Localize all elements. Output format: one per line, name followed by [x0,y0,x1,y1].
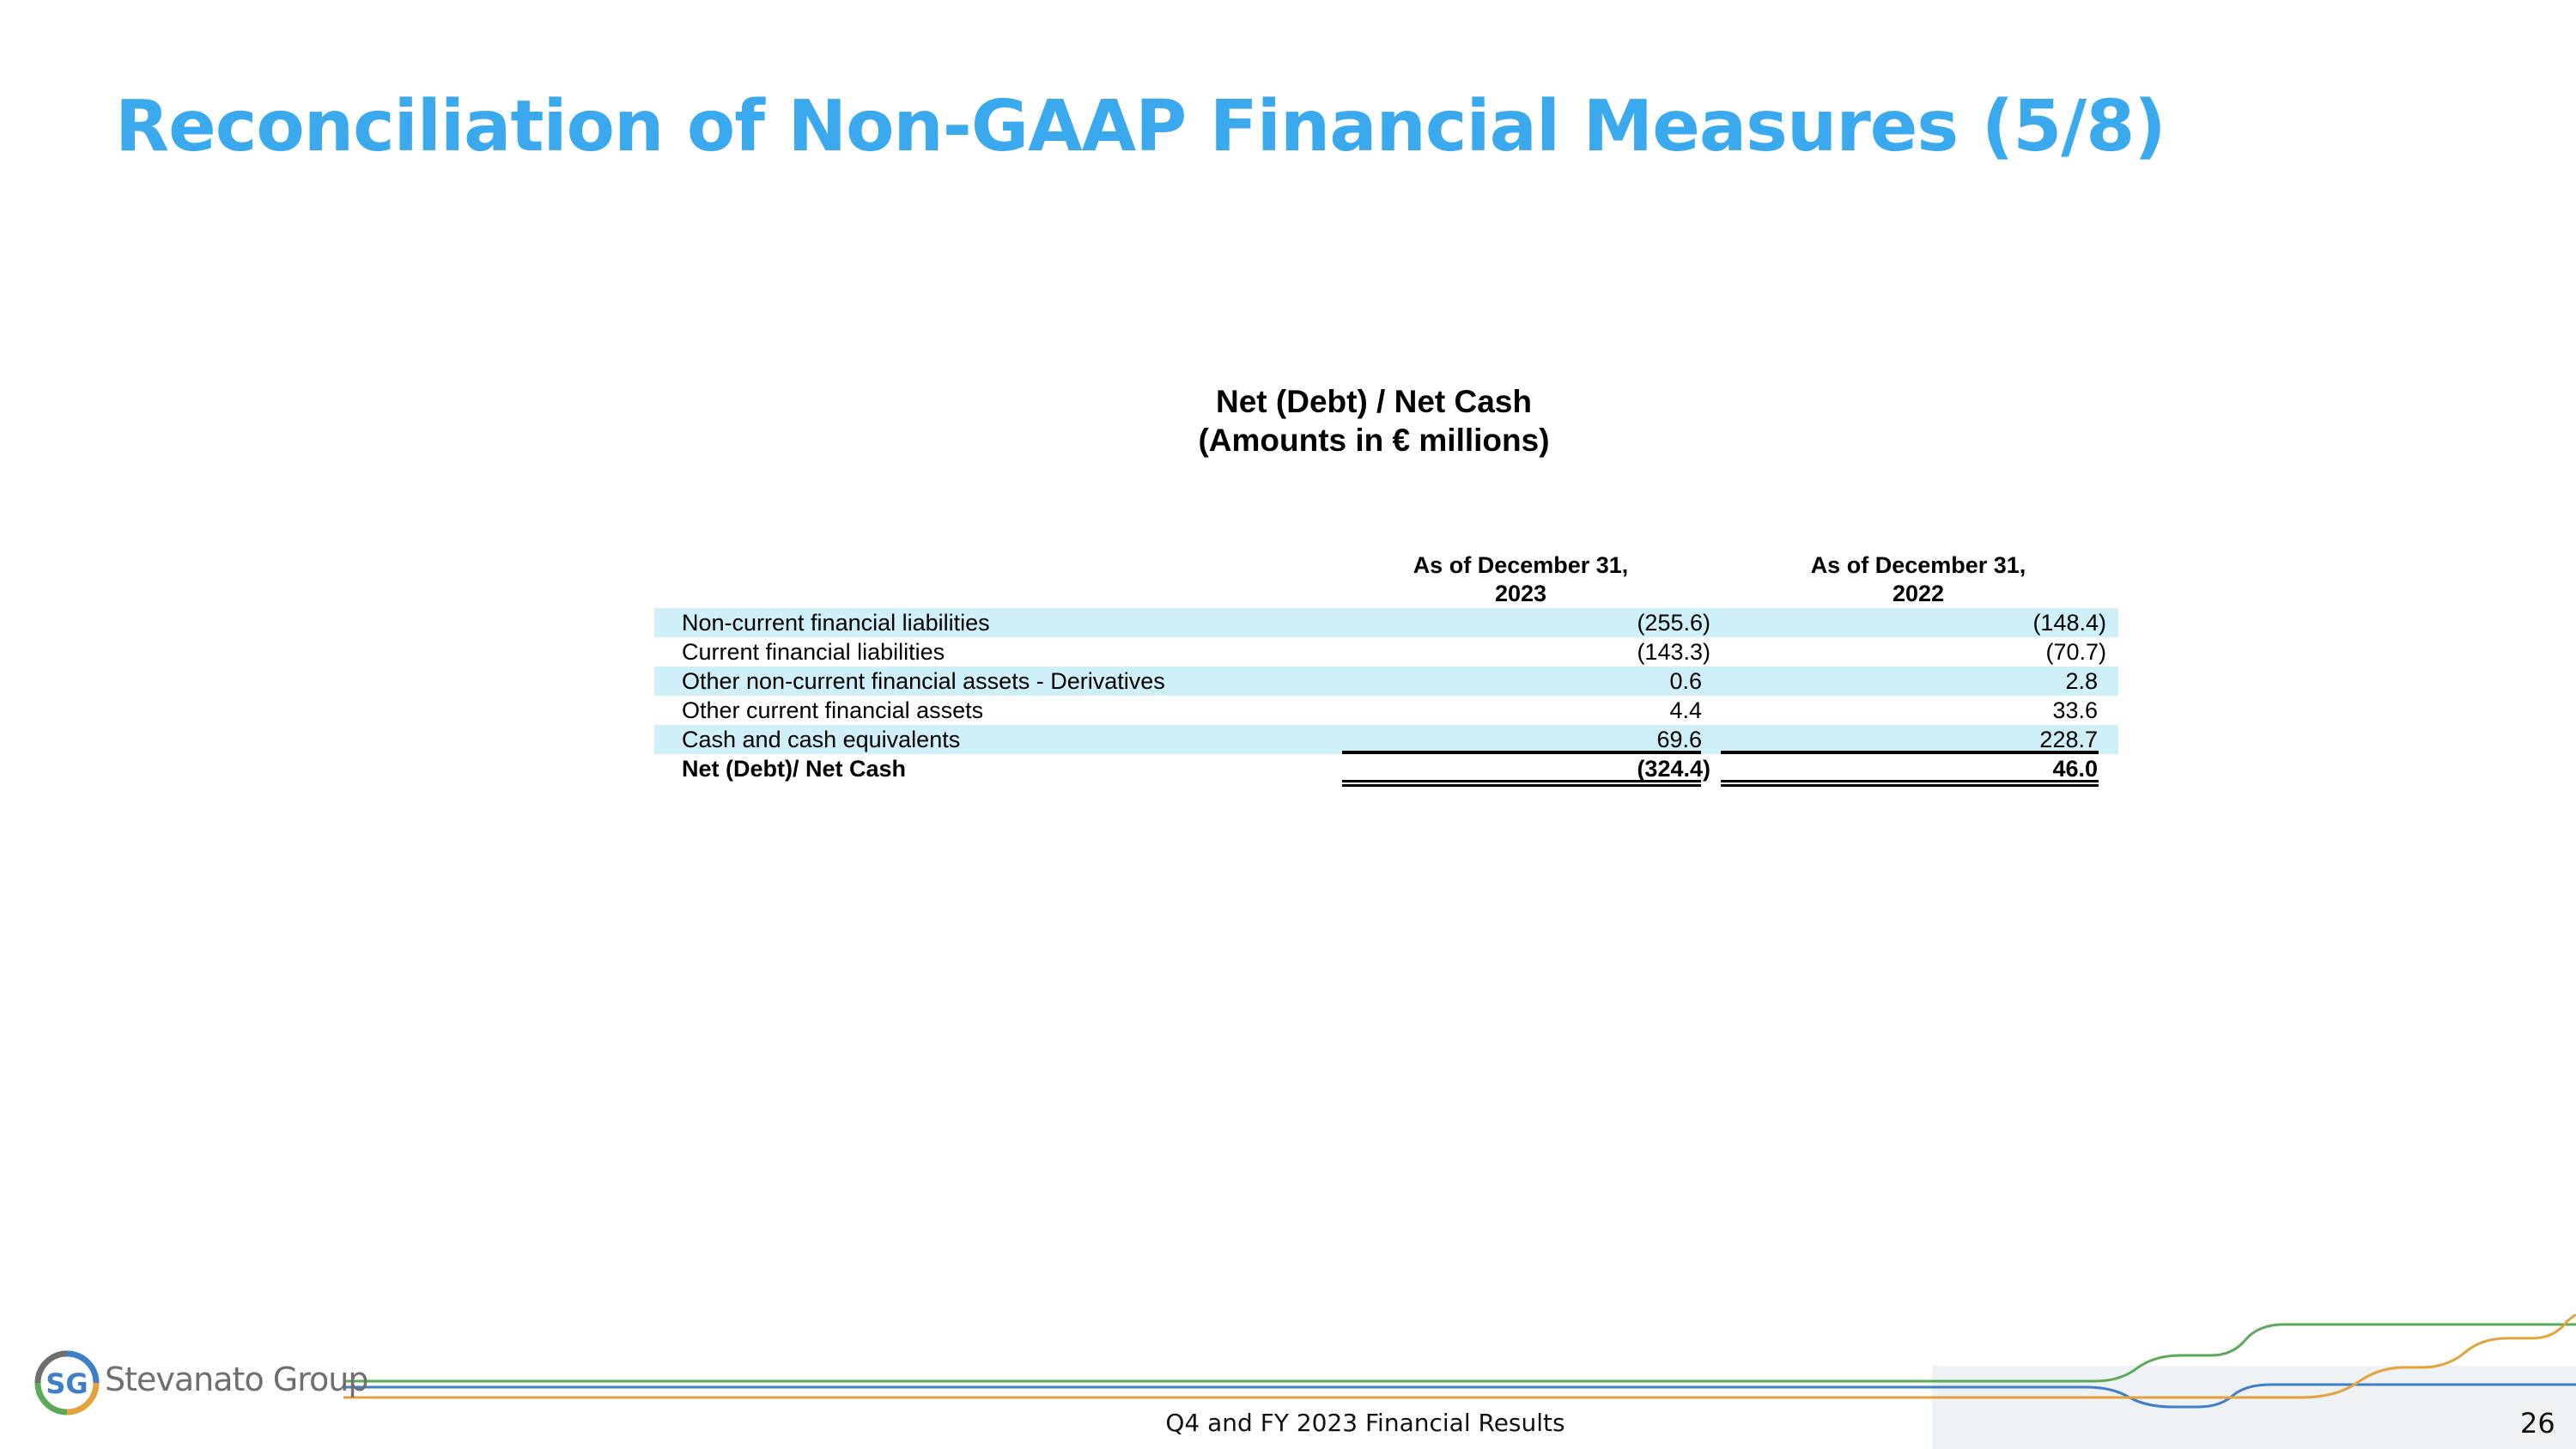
column-header-line2: 2022 [1892,581,1945,606]
table-row: Non-current financial liabilities (255.6… [654,608,2118,637]
column-header-2022: As of December 31, 2022 [1738,551,2099,612]
row-label: Current financial liabilities [682,639,945,665]
row-label: Other current financial assets [682,697,984,723]
value-2022: 2.8 [2065,668,2098,694]
value-2023: 69.6 [1656,727,1702,752]
footer-background-image [1932,1366,2576,1449]
total-top-rule [1721,751,2099,754]
slide-title: Reconciliation of Non-GAAP Financial Mea… [115,86,2166,167]
row-label: Net (Debt)/ Net Cash [682,756,907,782]
footer-text: Q4 and FY 2023 Financial Results [1165,1409,1565,1437]
table-heading: Net (Debt) / Net Cash (Amounts in € mill… [1116,382,1631,460]
value-2023: (324.4) [1637,756,1710,782]
row-label: Cash and cash equivalents [682,727,961,752]
logo-text: SG [46,1367,88,1400]
value-2023: 4.4 [1669,697,1702,723]
total-double-rule [1721,780,2099,782]
page-number: 26 [2520,1407,2555,1440]
value-2022: (70.7) [2045,639,2106,665]
row-label: Other non-current financial assets - Der… [682,668,1165,694]
total-double-rule [1342,780,1701,782]
table-row: Cash and cash equivalents 69.6 228.7 [654,725,2118,754]
column-header-2023: As of December 31, 2023 [1340,551,1701,612]
value-2022: (148.4) [2032,610,2106,636]
column-header-line2: 2023 [1494,581,1547,606]
table-row: Other non-current financial assets - Der… [654,667,2118,696]
table-row: Other current financial assets 4.4 33.6 [654,696,2118,725]
value-2022: 33.6 [2052,697,2098,723]
value-2023: (255.6) [1637,610,1710,636]
column-header-line1: As of December 31, [1413,552,1629,578]
stevanato-logo-icon: SG [34,1350,100,1416]
brand-name: Stevanato Group [105,1361,368,1398]
row-label: Non-current financial liabilities [682,610,990,636]
value-2023: 0.6 [1669,668,1702,694]
table-title: Net (Debt) / Net Cash [1216,384,1532,419]
table-row-total: Net (Debt)/ Net Cash (324.4) 46.0 [654,754,2118,783]
value-2022: 46.0 [2052,756,2098,782]
total-top-rule [1342,751,1701,754]
total-double-rule [1342,784,1701,787]
value-2022: 228.7 [2039,727,2098,752]
value-2023: (143.3) [1637,639,1710,665]
table-row: Current financial liabilities (143.3) (7… [654,637,2118,667]
table-subtitle: (Amounts in € millions) [1198,423,1550,458]
column-header-line1: As of December 31, [1810,552,2026,578]
total-double-rule [1721,784,2099,787]
